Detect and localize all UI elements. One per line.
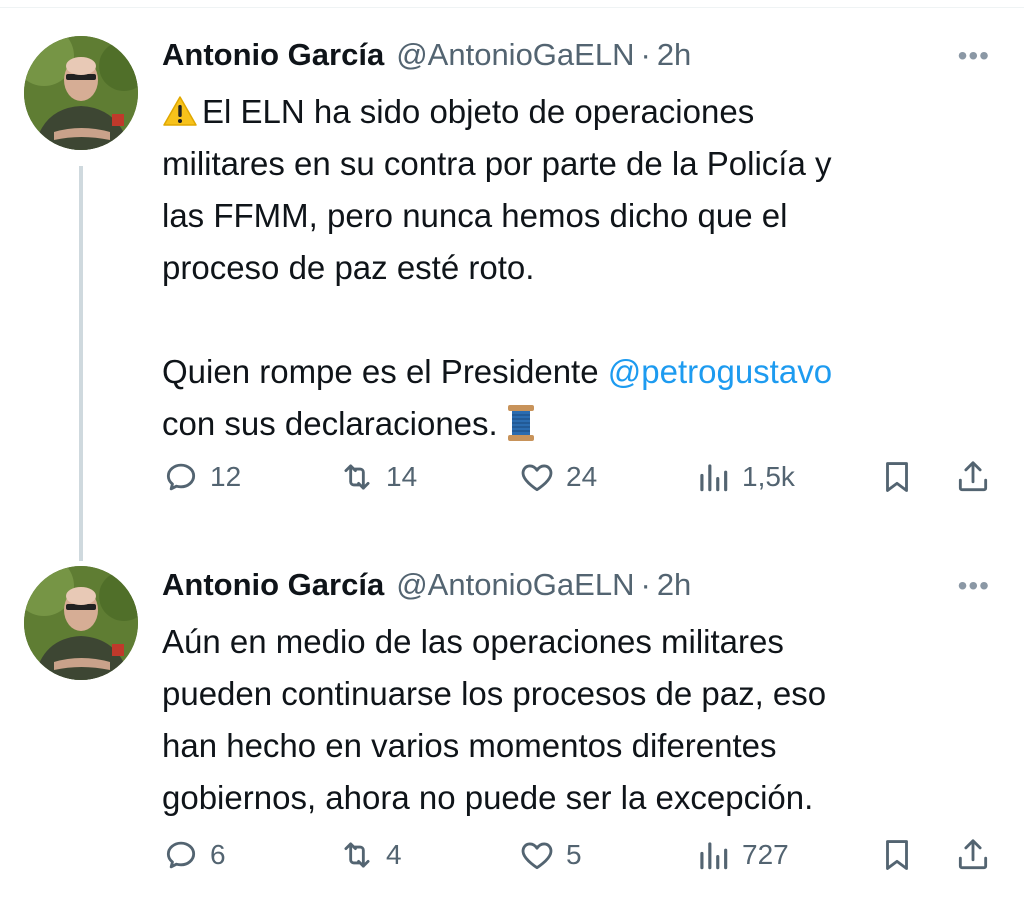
share-icon [958,461,988,492]
reply-button[interactable]: 12 [162,458,241,496]
reply-count: 6 [210,839,226,870]
tweet[interactable]: Antonio García @AntonioGaELN · 2h ••• El… [0,30,1024,561]
reply-icon [166,841,196,869]
share-button[interactable] [954,458,992,496]
like-count: 24 [566,461,598,492]
share-icon [958,839,988,870]
retweet-count: 4 [386,839,402,870]
retweet-button[interactable]: 14 [338,458,417,496]
tweet-header: Antonio García @AntonioGaELN · 2h [162,30,1004,80]
separator-dot: · [640,37,651,72]
views-button[interactable]: 1,5k [694,458,795,496]
warning-emoji-icon [163,96,197,126]
tweet-text: Aún en medio de las operaciones militare… [162,623,827,816]
bookmark-button[interactable] [878,836,916,874]
bookmark-icon [886,840,908,870]
tweet-content: Antonio García @AntonioGaELN · 2h ••• El… [162,30,1004,492]
views-count: 727 [742,839,789,870]
tweet-actions: 12 14 24 1,5k [162,452,1002,502]
tweet-text-line1: El ELN ha sido objeto de operaciones [202,93,755,130]
mention-link[interactable]: @petrogustavo [608,353,832,390]
like-button[interactable]: 5 [518,836,582,874]
tweet-header: Antonio García @AntonioGaELN · 2h [162,560,1004,610]
views-icon [700,464,728,492]
tweet[interactable]: Antonio García @AntonioGaELN · 2h ••• Aú… [0,560,1024,900]
author-name[interactable]: Antonio García [162,567,384,603]
more-options-icon[interactable]: ••• [958,570,990,602]
heart-icon [521,842,553,870]
author-handle[interactable]: @AntonioGaELN [396,37,634,73]
like-button[interactable]: 24 [518,458,597,496]
top-divider [0,0,1024,8]
views-icon [700,842,728,870]
bookmark-icon [886,462,908,492]
retweet-button[interactable]: 4 [338,836,402,874]
like-count: 5 [566,839,582,870]
retweet-icon [344,464,370,490]
tweet-text: El ELN ha sido objeto de operaciones mil… [162,86,992,450]
thread-connector-line [79,166,83,561]
views-count: 1,5k [742,461,795,492]
views-button[interactable]: 727 [694,836,789,874]
tweet-actions: 6 4 5 727 [162,830,1002,880]
separator-dot: · [640,567,651,602]
spool-emoji-icon [507,405,534,441]
avatar-image [24,36,138,150]
reply-count: 12 [210,461,242,492]
avatar[interactable] [24,36,138,150]
avatar-column [24,36,138,561]
avatar[interactable] [24,566,138,680]
tweet-timestamp[interactable]: 2h [657,567,691,603]
tweet-timestamp[interactable]: 2h [657,37,691,73]
heart-icon [521,464,553,492]
reply-icon [166,463,196,491]
reply-button[interactable]: 6 [162,836,226,874]
share-button[interactable] [954,836,992,874]
avatar-image [24,566,138,680]
retweet-count: 14 [386,461,418,492]
bookmark-button[interactable] [878,458,916,496]
tweet-content: Antonio García @AntonioGaELN · 2h ••• Aú… [162,560,1004,870]
retweet-icon [344,842,370,868]
tweet-text-tail: con sus declaraciones. [162,405,498,442]
more-options-icon[interactable]: ••• [958,40,990,72]
author-name[interactable]: Antonio García [162,37,384,73]
author-handle[interactable]: @AntonioGaELN [396,567,634,603]
avatar-column [24,566,138,680]
